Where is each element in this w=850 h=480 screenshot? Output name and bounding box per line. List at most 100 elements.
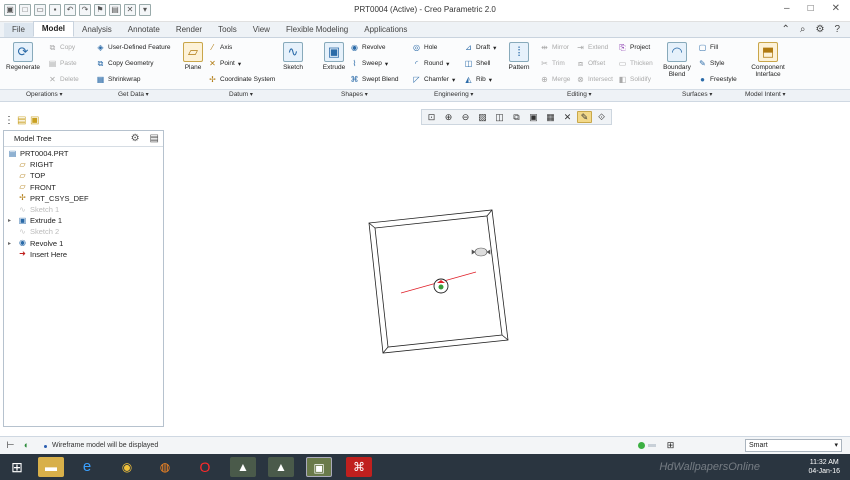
point-button[interactable]: ✕ Point ▾: [208, 59, 241, 68]
selection-filter-dropdown[interactable]: Smart ▾: [745, 439, 842, 452]
help-icon[interactable]: ?: [834, 24, 840, 35]
perspective-icon[interactable]: ▦: [543, 111, 558, 123]
user-defined-feature-button[interactable]: ◈ User-Defined Feature: [96, 43, 170, 52]
mirror-button[interactable]: ⇹ Mirror: [540, 43, 569, 52]
tree-item[interactable]: ∿ Sketch 2: [4, 226, 163, 237]
tree-columns-icon[interactable]: ▤: [150, 133, 159, 144]
axis-button[interactable]: ⁄ Axis: [208, 43, 232, 52]
zoom-in-icon[interactable]: ⊕: [441, 111, 456, 123]
group-datum[interactable]: Datum: [229, 91, 253, 98]
coordinate-system-button[interactable]: ✢ Coordinate System: [208, 75, 275, 84]
boundary-blend-button[interactable]: ◠ Boundary Blend: [660, 42, 694, 78]
pattern-button[interactable]: ⁞ Pattern: [506, 42, 532, 71]
spin-center-icon[interactable]: ⟐: [594, 111, 609, 123]
file-explorer-icon[interactable]: ▬: [38, 457, 64, 477]
tab-tools[interactable]: Tools: [210, 23, 245, 37]
creo-parametric-icon[interactable]: ▣: [306, 457, 332, 477]
shell-button[interactable]: ◫ Shell: [464, 59, 491, 68]
tab-applications[interactable]: Applications: [356, 23, 415, 37]
tree-item[interactable]: ▤ PRT0004.PRT: [4, 148, 163, 159]
extrude-button[interactable]: ▣ Extrude: [320, 42, 348, 71]
group-engineering[interactable]: Engineering: [434, 91, 473, 98]
annotation-display-icon[interactable]: ✎: [577, 111, 592, 123]
tree-item[interactable]: ▸ ▣ Extrude 1: [4, 215, 163, 226]
model-tree-tab-icon[interactable]: ⋮: [4, 115, 14, 125]
settings-icon[interactable]: ⚙: [815, 24, 824, 35]
show-navigator-icon[interactable]: ⊢: [6, 441, 15, 450]
tree-item[interactable]: ▸ ◉ Revolve 1: [4, 238, 163, 249]
find-icon[interactable]: ⊞: [666, 441, 675, 450]
copy-button[interactable]: ⧉ Copy: [48, 43, 76, 52]
firefox-icon[interactable]: ◍: [152, 457, 178, 477]
saved-orientations-icon[interactable]: ⧉: [509, 111, 524, 123]
style-button[interactable]: ✎ Style: [698, 59, 724, 68]
graphics-viewport[interactable]: [166, 128, 850, 428]
regenerate-button[interactable]: ⟳ Regenerate: [5, 42, 41, 71]
shrinkwrap-button[interactable]: ▦ Shrinkwrap: [96, 75, 141, 84]
swept-blend-button[interactable]: ⌘ Swept Blend: [350, 75, 399, 84]
windows-start-icon[interactable]: ⊞: [4, 457, 30, 477]
chamfer-button[interactable]: ◸ Chamfer ▾: [412, 75, 455, 84]
minimize-icon[interactable]: –: [784, 3, 790, 14]
trim-button[interactable]: ✂ Trim: [540, 59, 565, 68]
tab-annotate[interactable]: Annotate: [120, 23, 168, 37]
tree-item[interactable]: ✢ PRT_CSYS_DEF: [4, 193, 163, 204]
tab-view[interactable]: View: [245, 23, 278, 37]
component-interface-button[interactable]: ⬒ Component Interface: [748, 42, 788, 78]
search-icon[interactable]: ⌕: [800, 24, 806, 35]
tree-item[interactable]: ▱ RIGHT: [4, 159, 163, 170]
paste-button[interactable]: ▤ Paste: [48, 59, 77, 68]
favorites-tab-icon[interactable]: ▣: [30, 115, 39, 125]
minimize-ribbon-icon[interactable]: ⌃: [781, 24, 789, 35]
repaint-icon[interactable]: ▨: [475, 111, 490, 123]
expand-arrow-icon[interactable]: ▸: [8, 217, 11, 224]
solidify-button[interactable]: ◧ Solidify: [618, 75, 651, 84]
group-surfaces[interactable]: Surfaces: [682, 91, 712, 98]
datum-display-icon[interactable]: ✕: [560, 111, 575, 123]
tree-item[interactable]: ▱ FRONT: [4, 182, 163, 193]
folder-browser-tab-icon[interactable]: ▤: [17, 115, 26, 125]
offset-button[interactable]: ⧈ Offset: [576, 59, 605, 68]
plane-button[interactable]: ▱ Plane: [180, 42, 206, 71]
group-editing[interactable]: Editing: [567, 91, 592, 98]
fill-button[interactable]: ▢ Fill: [698, 43, 719, 52]
tab-file[interactable]: File: [4, 23, 33, 37]
chrome-icon[interactable]: ◉: [114, 457, 140, 477]
maximize-icon[interactable]: □: [808, 3, 814, 14]
merge-button[interactable]: ⊕ Merge: [540, 75, 570, 84]
opera-icon[interactable]: O: [192, 457, 218, 477]
expand-arrow-icon[interactable]: ▸: [8, 240, 11, 247]
group-get-data[interactable]: Get Data: [118, 91, 149, 98]
close-icon[interactable]: ✕: [832, 3, 840, 14]
hole-button[interactable]: ◎ Hole: [412, 43, 437, 52]
tree-item[interactable]: ▱ TOP: [4, 170, 163, 181]
zoom-out-icon[interactable]: ⊖: [458, 111, 473, 123]
tab-flexible-modeling[interactable]: Flexible Modeling: [278, 23, 356, 37]
tab-render[interactable]: Render: [168, 23, 210, 37]
group-operations[interactable]: Operations: [26, 91, 62, 98]
group-shapes[interactable]: Shapes: [341, 91, 368, 98]
tab-analysis[interactable]: Analysis: [74, 23, 120, 37]
project-button[interactable]: ⎘ Project: [618, 43, 650, 52]
pdf-reader-icon[interactable]: ⌘: [346, 457, 372, 477]
extend-button[interactable]: ⇥ Extend: [576, 43, 608, 52]
tab-model[interactable]: Model: [32, 21, 74, 37]
thicken-button[interactable]: ▭ Thicken: [618, 59, 653, 68]
round-button[interactable]: ◜ Round ▾: [412, 59, 449, 68]
sweep-button[interactable]: ⌇ Sweep ▾: [350, 59, 389, 68]
view-manager-icon[interactable]: ▣: [526, 111, 541, 123]
delete-button[interactable]: ✕ Delete: [48, 75, 79, 84]
group-model-intent[interactable]: Model Intent: [745, 91, 785, 98]
revolve-button[interactable]: ◉ Revolve: [350, 43, 385, 52]
copy-geometry-button[interactable]: ⧉ Copy Geometry: [96, 59, 154, 68]
intersect-button[interactable]: ⊗ Intersect: [576, 75, 613, 84]
creo-session-icon[interactable]: ▲: [268, 457, 294, 477]
display-style-icon[interactable]: ◫: [492, 111, 507, 123]
internet-explorer-icon[interactable]: e: [74, 457, 100, 477]
refit-icon[interactable]: ⊡: [424, 111, 439, 123]
sketch-button[interactable]: ∿ Sketch: [280, 42, 306, 71]
creo-app-icon[interactable]: ▲: [230, 457, 256, 477]
draft-button[interactable]: ⊿ Draft ▾: [464, 43, 496, 52]
tree-settings-icon[interactable]: ⚙: [131, 133, 140, 144]
system-clock[interactable]: 11:32 AM 04-Jan-16: [808, 458, 840, 476]
